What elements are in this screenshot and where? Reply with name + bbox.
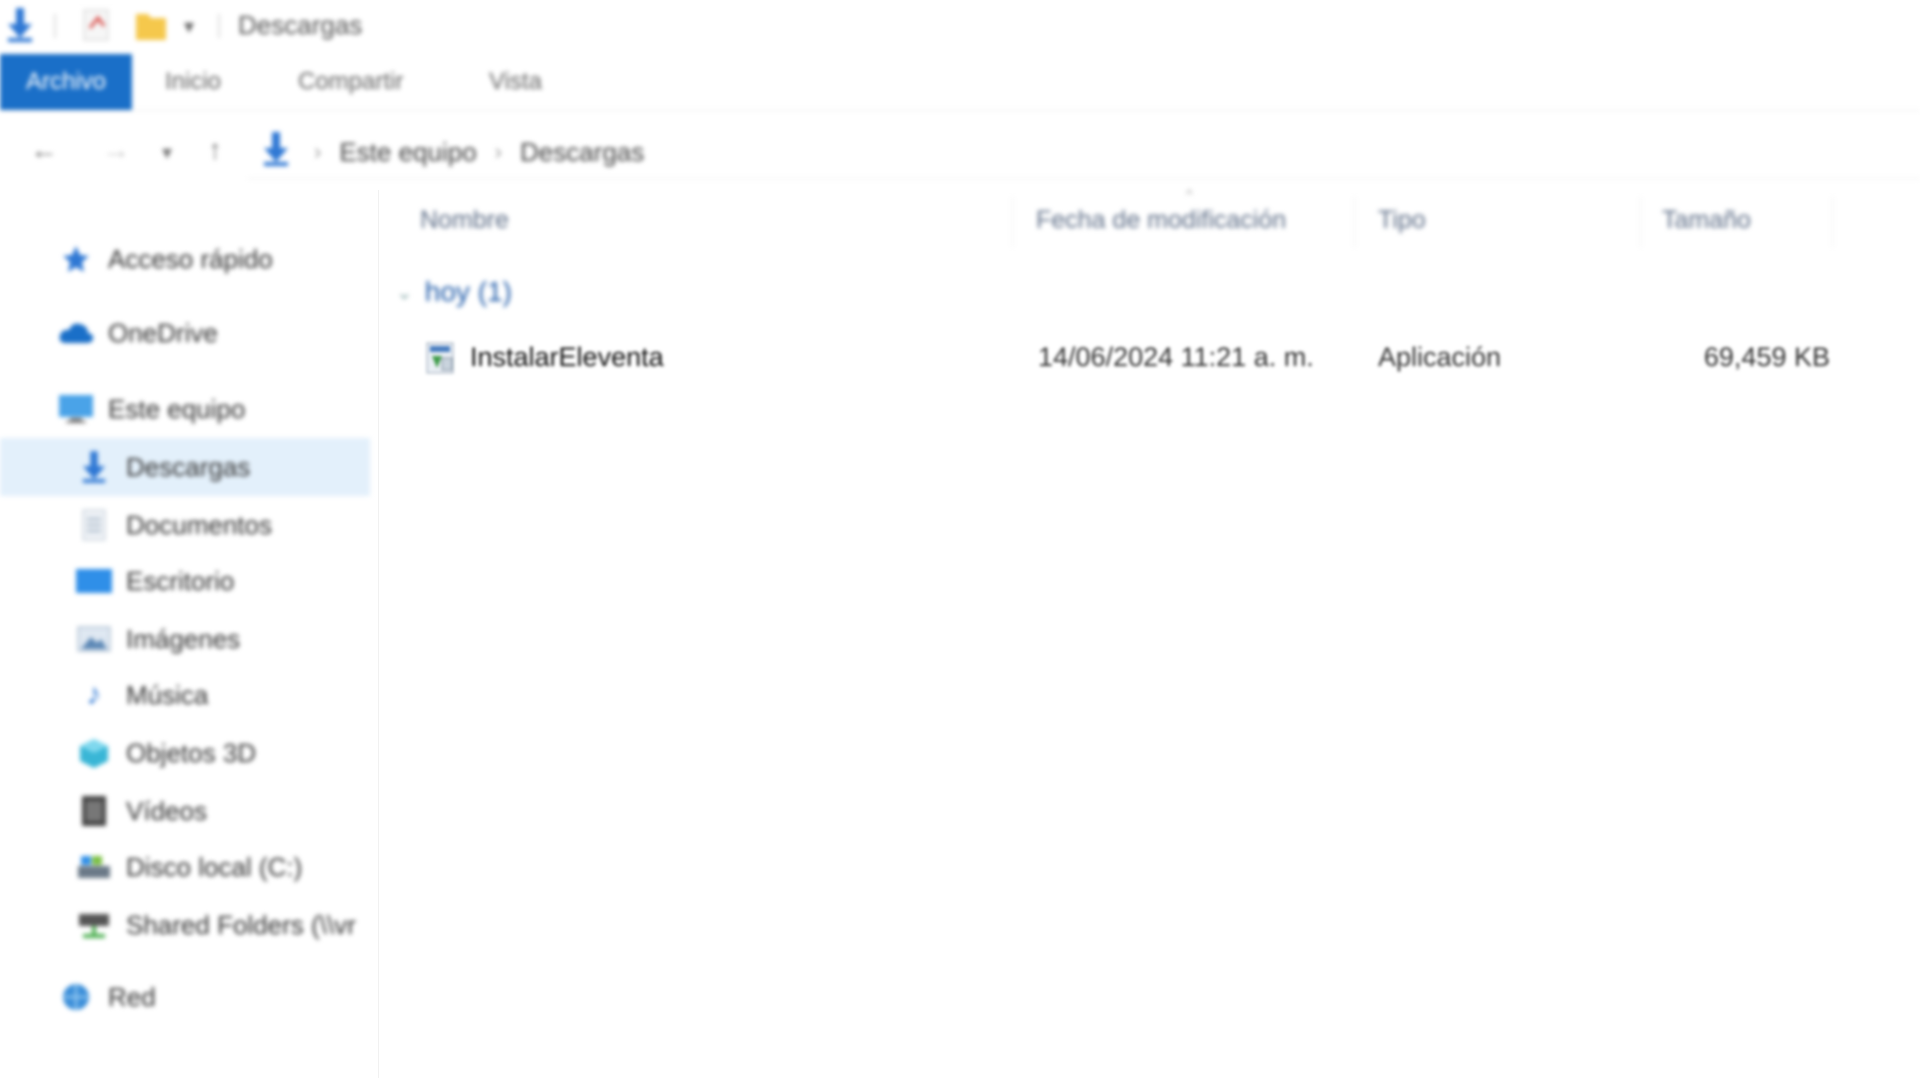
navigation-pane: Acceso rápido OneDrive Este equipo Desca…	[0, 200, 372, 1078]
breadcrumb-este-equipo[interactable]: Este equipo	[339, 137, 476, 168]
breadcrumb-descargas[interactable]: Descargas	[520, 137, 644, 168]
tab-inicio[interactable]: Inicio	[165, 54, 221, 110]
sidebar-item-label: Escritorio	[126, 565, 235, 596]
sidebar-item-este-equipo[interactable]: Este equipo	[58, 382, 245, 436]
tab-archivo[interactable]: Archivo	[0, 54, 132, 110]
qa-separator	[218, 14, 220, 38]
sidebar-item-disco-local[interactable]: Disco local (C:)	[76, 840, 302, 894]
video-icon	[76, 795, 112, 827]
computer-icon	[58, 393, 94, 425]
music-icon: ♪	[86, 678, 102, 711]
navigation-bar: ← → ▾ ↑ › Este equipo › Descargas	[0, 118, 1920, 184]
download-icon	[76, 451, 112, 483]
network-drive-icon	[76, 909, 112, 941]
properties-icon[interactable]	[82, 8, 112, 42]
group-header-hoy[interactable]: ⌄ hoy (1)	[396, 276, 512, 308]
sidebar-item-escritorio[interactable]: Escritorio	[76, 554, 234, 608]
sidebar-item-videos[interactable]: Vídeos	[76, 784, 207, 838]
sidebar-item-onedrive[interactable]: OneDrive	[58, 306, 218, 360]
chevron-down-icon[interactable]: ⌄	[396, 280, 413, 305]
file-name[interactable]: InstalarEleventa	[470, 342, 664, 373]
sidebar-item-label: Acceso rápido	[108, 243, 273, 274]
installer-icon	[424, 340, 458, 381]
title-bar: ▾ Descargas	[0, 0, 1920, 54]
new-folder-icon[interactable]	[134, 8, 168, 42]
download-icon	[6, 8, 34, 42]
up-icon[interactable]: ↑	[208, 134, 222, 166]
column-header-nombre[interactable]: Nombre	[420, 206, 509, 235]
sidebar-item-shared-folders[interactable]: Shared Folders (\\vr	[76, 898, 356, 952]
sidebar-item-label: Shared Folders (\\vr	[126, 909, 356, 940]
qa-separator	[54, 14, 56, 38]
column-divider[interactable]	[1640, 196, 1641, 248]
document-icon	[76, 509, 112, 541]
pane-divider[interactable]	[378, 190, 379, 1078]
sidebar-item-label: Imágenes	[126, 623, 241, 654]
column-divider[interactable]	[1012, 196, 1013, 248]
sidebar-item-label: Disco local (C:)	[126, 851, 303, 882]
file-type: Aplicación	[1378, 342, 1502, 372]
sidebar-item-label: Descargas	[126, 451, 251, 482]
sidebar-item-objetos-3d[interactable]: Objetos 3D	[76, 726, 256, 780]
file-row[interactable]: InstalarEleventa 14/06/2024 11:21 a. m. …	[412, 334, 1832, 384]
tab-compartir[interactable]: Compartir	[298, 54, 403, 110]
breadcrumb-separator: ›	[494, 139, 502, 164]
breadcrumb-separator: ›	[314, 139, 322, 164]
column-divider[interactable]	[1832, 196, 1833, 248]
ribbon: Archivo Inicio Compartir Vista	[0, 54, 1920, 111]
column-header-tipo[interactable]: Tipo	[1378, 206, 1426, 235]
download-icon	[262, 131, 290, 173]
file-size: 69,459 KB	[1703, 342, 1830, 372]
drive-icon	[76, 851, 112, 883]
cloud-icon	[58, 317, 94, 349]
forward-icon[interactable]: →	[102, 134, 130, 166]
sidebar-item-descargas[interactable]: Descargas	[76, 440, 250, 494]
sidebar-item-label: Red	[108, 981, 156, 1012]
objects3d-icon	[76, 737, 112, 769]
sidebar-item-label: OneDrive	[108, 317, 218, 348]
sort-indicator-icon: ^	[1186, 186, 1193, 202]
tab-vista[interactable]: Vista	[489, 54, 542, 110]
sidebar-item-label: Documentos	[126, 509, 272, 540]
window-title: Descargas	[238, 10, 363, 40]
sidebar-item-imagenes[interactable]: Imágenes	[76, 612, 240, 666]
sidebar-item-label: Vídeos	[126, 795, 207, 826]
file-date: 14/06/2024 11:21 a. m.	[1038, 342, 1314, 372]
column-header-tamano[interactable]: Tamaño	[1662, 206, 1751, 235]
sidebar-item-red[interactable]: Red	[58, 970, 156, 1024]
pictures-icon	[76, 623, 112, 655]
address-bar[interactable]: › Este equipo › Descargas	[248, 126, 1920, 179]
sidebar-item-documentos[interactable]: Documentos	[76, 498, 272, 552]
column-header-fecha[interactable]: Fecha de modificación	[1036, 206, 1286, 235]
network-icon	[58, 981, 94, 1013]
qa-customize-icon[interactable]: ▾	[184, 14, 194, 39]
column-divider[interactable]	[1354, 196, 1355, 248]
group-label: hoy (1)	[424, 276, 512, 307]
back-icon[interactable]: ←	[30, 134, 58, 166]
sidebar-item-label: Objetos 3D	[126, 737, 257, 768]
sidebar-item-acceso-rapido[interactable]: Acceso rápido	[58, 232, 273, 286]
star-icon	[58, 243, 94, 275]
desktop-icon	[76, 565, 112, 597]
sidebar-item-label: Este equipo	[108, 393, 246, 424]
sidebar-item-label: Música	[126, 679, 209, 710]
recent-locations-icon[interactable]: ▾	[162, 140, 172, 165]
sidebar-item-musica[interactable]: ♪ Música	[76, 668, 209, 722]
